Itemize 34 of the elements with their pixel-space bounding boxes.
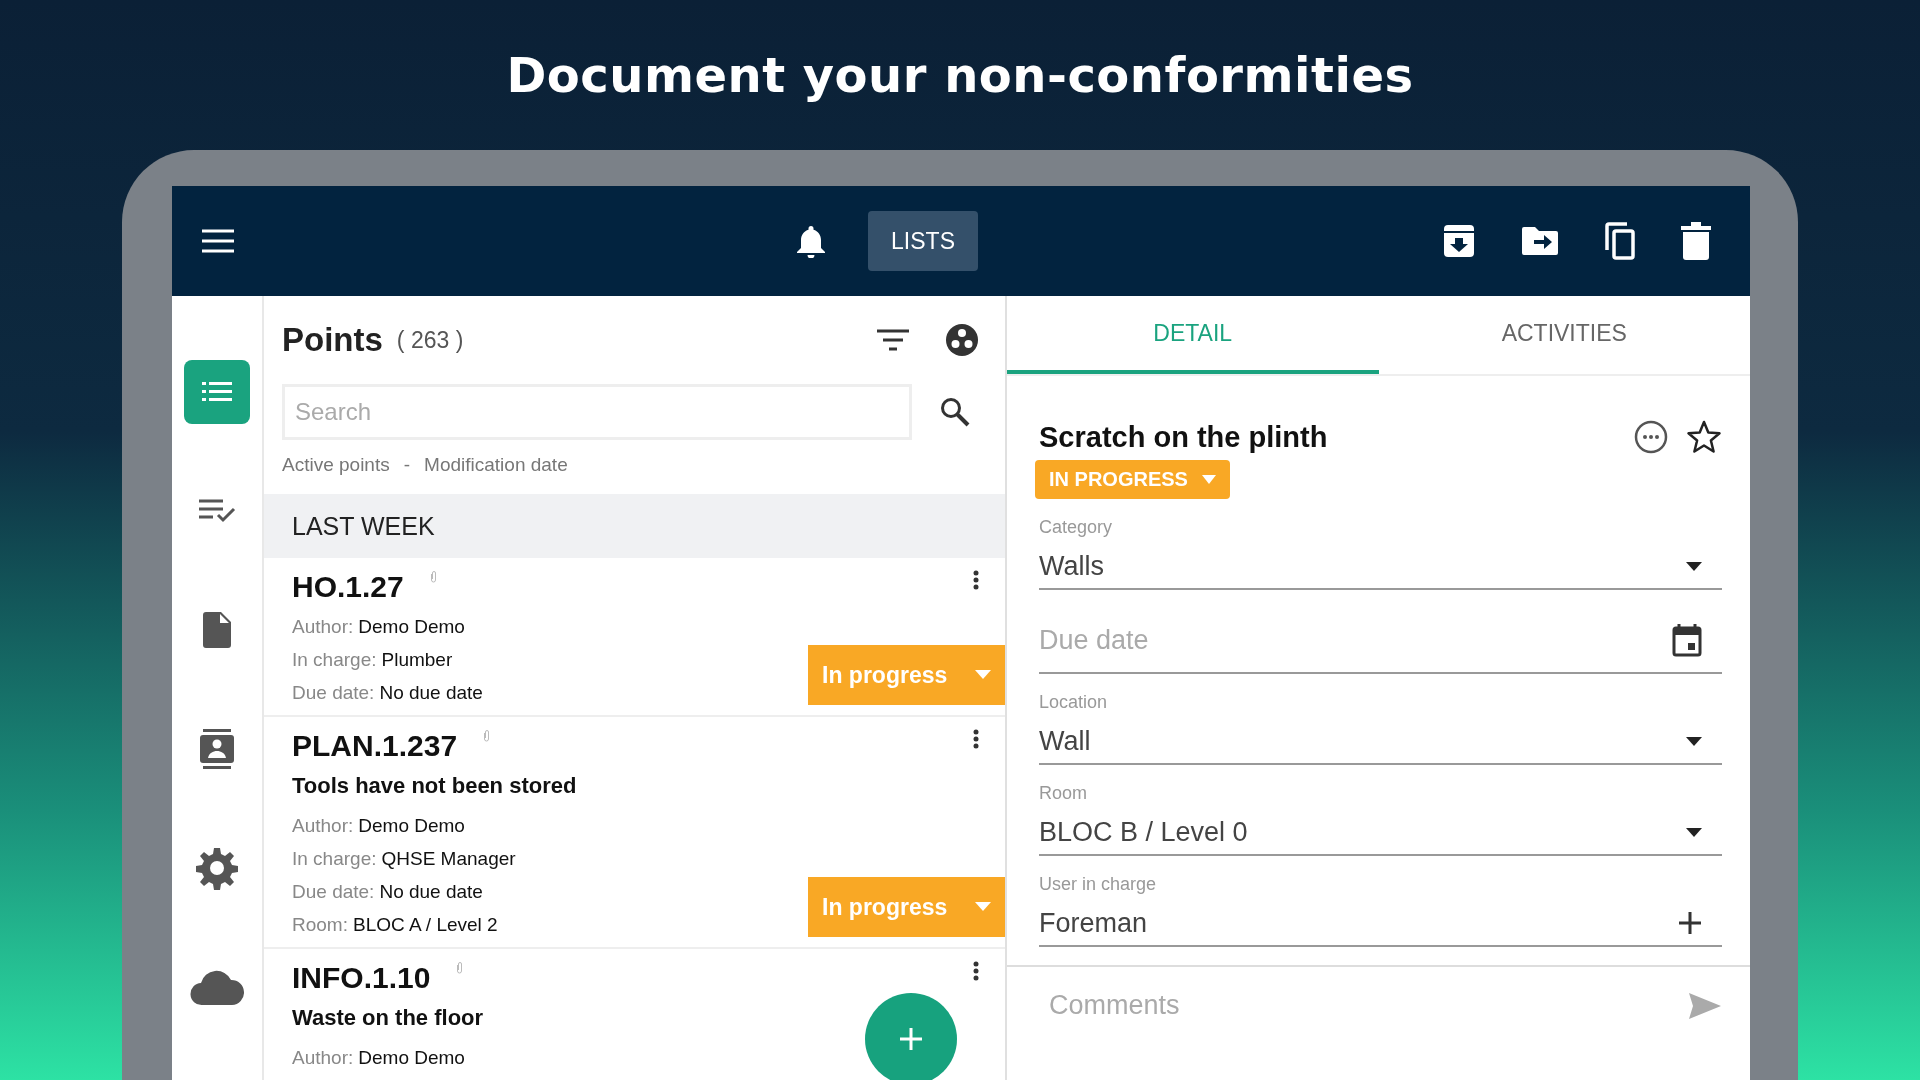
point-title: Tools have not been stored	[292, 773, 578, 799]
point-field: Due date: No due date	[292, 875, 516, 908]
points-count: ( 263 )	[396, 326, 464, 354]
list-title: Points	[282, 321, 383, 359]
field-label: Category	[1039, 517, 1114, 538]
field-label: User in charge	[1039, 874, 1158, 895]
point-title: Waste on the floor	[292, 1005, 485, 1031]
field-label: Room	[1039, 783, 1088, 804]
tab[interactable]: ACTIVITIES	[1378, 296, 1750, 374]
point-code: HO.1.27	[292, 570, 404, 604]
select-field[interactable]: Walls	[1039, 544, 1722, 590]
active-filter-label[interactable]: Active points	[282, 454, 390, 482]
separator: -	[403, 454, 411, 477]
select-field[interactable]: Wall	[1039, 719, 1722, 765]
point-field: Author: Demo Demo	[292, 610, 483, 643]
select-field[interactable]: BLOC B / Level 0	[1039, 810, 1722, 856]
headline: Document your non-conformities	[506, 47, 1414, 103]
point-title: Scratch on the plinth	[1039, 420, 1328, 454]
point-field: Room: BLOC A / Level 2	[292, 908, 516, 941]
point-code: INFO.1.10	[292, 961, 431, 995]
point-field: Due date: No due date	[292, 676, 483, 709]
point-field: Author: Demo Demo	[292, 809, 516, 842]
point-field: In charge: QHSE Manager	[292, 842, 516, 875]
point-code: PLAN.1.237	[292, 729, 458, 763]
lists-button[interactable]: LISTS	[868, 211, 978, 271]
point-card[interactable]: PLAN.1.237 Tools have not been stored Author: Demo Demo In charge: QHSE Manager Due date: No due date Room: BLOC A / Level 2 In progress	[264, 717, 1005, 949]
field-label: Location	[1039, 692, 1109, 713]
user-field[interactable]: Foreman	[1039, 901, 1722, 947]
sort-label[interactable]: Modification date	[424, 454, 568, 482]
point-field: Author: Demo Demo	[292, 1041, 465, 1074]
group-header: LAST WEEK	[264, 494, 1005, 558]
point-field: In charge: Plumber	[292, 643, 483, 676]
point-card[interactable]: HO.1.27 Author: Demo Demo In charge: Plumber Due date: No due date In progress	[264, 558, 1005, 717]
search-field[interactable]: Search	[282, 384, 912, 440]
